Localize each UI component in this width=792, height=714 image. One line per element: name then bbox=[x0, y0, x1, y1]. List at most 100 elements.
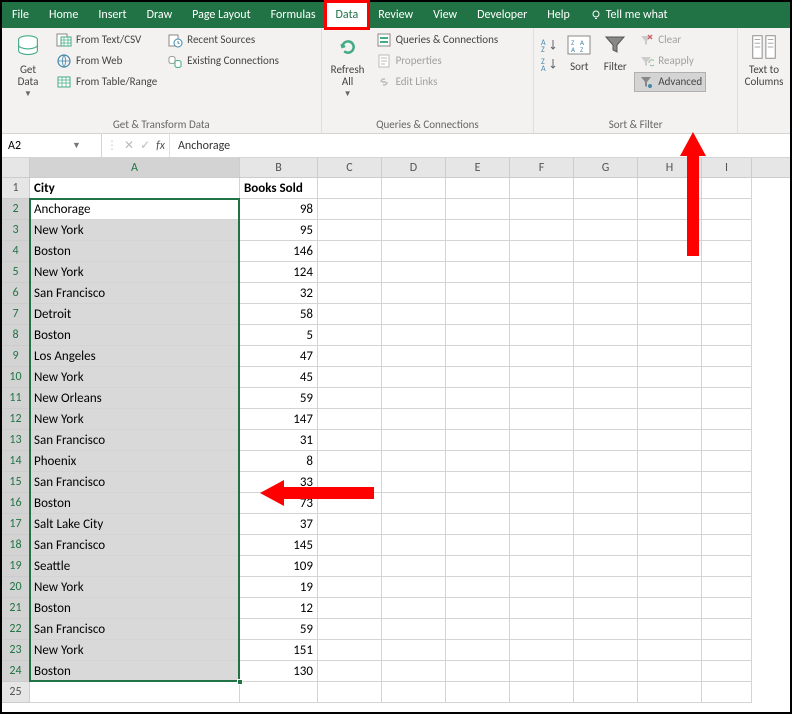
cell[interactable] bbox=[510, 661, 574, 682]
cell[interactable] bbox=[318, 430, 382, 451]
cell[interactable] bbox=[638, 199, 702, 220]
dropdown-icon[interactable]: ▼ bbox=[72, 140, 81, 151]
cell[interactable]: 8 bbox=[240, 451, 318, 472]
cell[interactable] bbox=[446, 409, 510, 430]
cell[interactable] bbox=[446, 346, 510, 367]
cell[interactable] bbox=[574, 199, 638, 220]
cell[interactable] bbox=[574, 451, 638, 472]
row-header[interactable]: 22 bbox=[2, 619, 30, 640]
cell[interactable] bbox=[702, 367, 752, 388]
cell[interactable] bbox=[382, 682, 446, 703]
cell[interactable]: 45 bbox=[240, 367, 318, 388]
col-header-D[interactable]: D bbox=[382, 158, 446, 177]
cell[interactable] bbox=[446, 199, 510, 220]
cell[interactable] bbox=[574, 577, 638, 598]
cell[interactable] bbox=[638, 220, 702, 241]
tab-formulas[interactable]: Formulas bbox=[261, 2, 326, 28]
cell[interactable] bbox=[702, 409, 752, 430]
cell[interactable]: 37 bbox=[240, 514, 318, 535]
cell[interactable] bbox=[382, 262, 446, 283]
cell[interactable] bbox=[318, 493, 382, 514]
cell[interactable] bbox=[574, 682, 638, 703]
cell[interactable]: 151 bbox=[240, 640, 318, 661]
cell[interactable] bbox=[510, 493, 574, 514]
cell[interactable] bbox=[702, 283, 752, 304]
cell[interactable] bbox=[382, 430, 446, 451]
cell[interactable] bbox=[638, 661, 702, 682]
cell[interactable] bbox=[446, 535, 510, 556]
cell[interactable] bbox=[510, 577, 574, 598]
cell[interactable]: Seattle bbox=[30, 556, 240, 577]
cell[interactable] bbox=[574, 346, 638, 367]
cell[interactable] bbox=[638, 451, 702, 472]
cell[interactable]: New York bbox=[30, 640, 240, 661]
cell[interactable] bbox=[318, 199, 382, 220]
cell[interactable] bbox=[510, 283, 574, 304]
col-header-B[interactable]: B bbox=[240, 158, 318, 177]
tab-draw[interactable]: Draw bbox=[137, 2, 183, 28]
sort-button[interactable]: ZAAZ Sort bbox=[562, 30, 596, 75]
cell[interactable] bbox=[382, 619, 446, 640]
cell[interactable] bbox=[382, 388, 446, 409]
cell[interactable] bbox=[510, 367, 574, 388]
cell[interactable] bbox=[318, 325, 382, 346]
cell[interactable] bbox=[574, 367, 638, 388]
cell[interactable] bbox=[638, 409, 702, 430]
cell[interactable] bbox=[382, 535, 446, 556]
cell[interactable] bbox=[382, 241, 446, 262]
cell[interactable] bbox=[382, 451, 446, 472]
tab-help[interactable]: Help bbox=[537, 2, 580, 28]
cell[interactable] bbox=[638, 598, 702, 619]
row-header[interactable]: 20 bbox=[2, 577, 30, 598]
cell[interactable] bbox=[574, 220, 638, 241]
cell[interactable] bbox=[510, 514, 574, 535]
cell[interactable]: Boston bbox=[30, 325, 240, 346]
col-header-A[interactable]: A bbox=[30, 158, 240, 177]
cell[interactable] bbox=[510, 388, 574, 409]
cell[interactable] bbox=[382, 304, 446, 325]
cell[interactable] bbox=[382, 325, 446, 346]
cell[interactable] bbox=[510, 178, 574, 199]
cell[interactable] bbox=[446, 325, 510, 346]
cell[interactable] bbox=[574, 283, 638, 304]
cell[interactable]: Salt Lake City bbox=[30, 514, 240, 535]
cell[interactable] bbox=[382, 598, 446, 619]
cell[interactable] bbox=[446, 556, 510, 577]
cell[interactable] bbox=[510, 598, 574, 619]
cell[interactable] bbox=[510, 304, 574, 325]
cell[interactable] bbox=[638, 241, 702, 262]
tab-file[interactable]: File bbox=[2, 2, 39, 28]
cell[interactable] bbox=[510, 619, 574, 640]
advanced-button[interactable]: Advanced bbox=[634, 72, 706, 92]
cell[interactable] bbox=[574, 514, 638, 535]
cell[interactable] bbox=[318, 346, 382, 367]
cell[interactable] bbox=[318, 451, 382, 472]
cell[interactable] bbox=[510, 430, 574, 451]
cell[interactable]: 58 bbox=[240, 304, 318, 325]
cell[interactable] bbox=[702, 556, 752, 577]
cell[interactable] bbox=[574, 472, 638, 493]
cell[interactable] bbox=[638, 346, 702, 367]
cell[interactable] bbox=[382, 178, 446, 199]
row-header[interactable]: 10 bbox=[2, 367, 30, 388]
cell[interactable] bbox=[446, 493, 510, 514]
cell[interactable] bbox=[702, 577, 752, 598]
cell[interactable] bbox=[446, 661, 510, 682]
cell[interactable] bbox=[240, 682, 318, 703]
sort-desc-button[interactable]: ZA bbox=[538, 55, 560, 73]
cell[interactable] bbox=[510, 451, 574, 472]
cell[interactable]: New York bbox=[30, 409, 240, 430]
row-header[interactable]: 23 bbox=[2, 640, 30, 661]
cell[interactable] bbox=[382, 493, 446, 514]
cell[interactable] bbox=[446, 577, 510, 598]
cell[interactable] bbox=[318, 598, 382, 619]
cell[interactable] bbox=[510, 220, 574, 241]
cell[interactable]: Los Angeles bbox=[30, 346, 240, 367]
cell[interactable]: Detroit bbox=[30, 304, 240, 325]
from-table-range-button[interactable]: From Table/Range bbox=[52, 72, 161, 92]
cell[interactable]: 47 bbox=[240, 346, 318, 367]
cell[interactable] bbox=[446, 619, 510, 640]
recent-sources-button[interactable]: Recent Sources bbox=[163, 30, 283, 50]
row-header[interactable]: 5 bbox=[2, 262, 30, 283]
text-to-columns-button[interactable]: Text to Columns bbox=[742, 30, 786, 90]
